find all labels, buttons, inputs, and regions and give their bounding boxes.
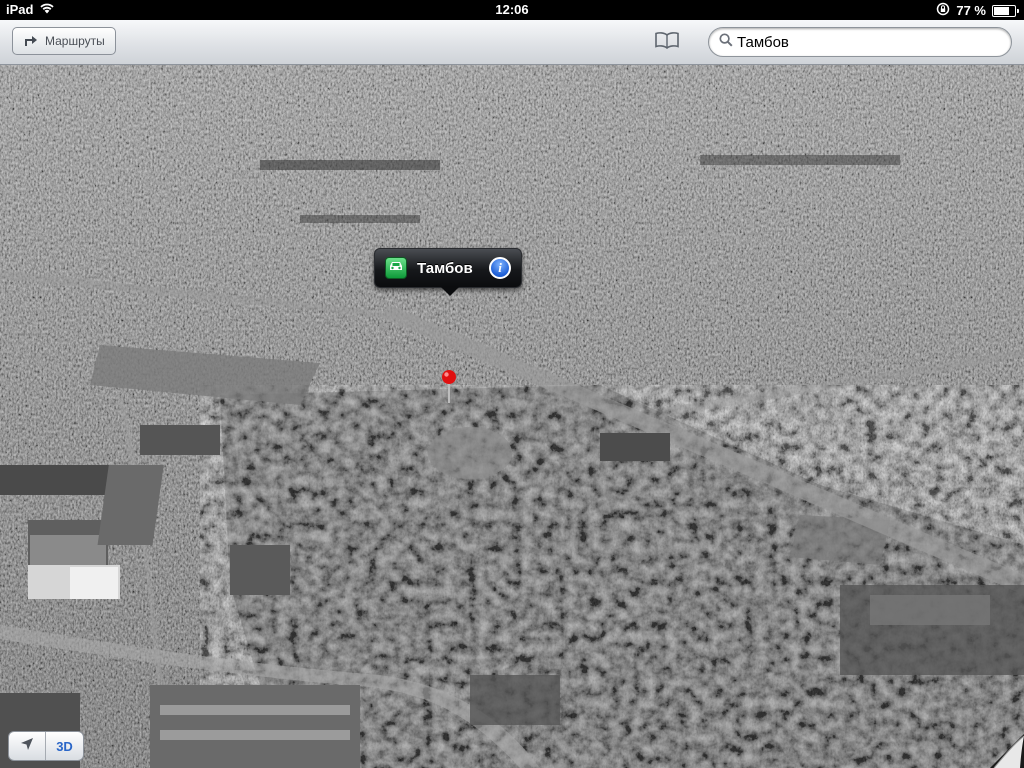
car-icon xyxy=(388,259,404,277)
map-controls: 3D xyxy=(8,731,84,761)
search-input[interactable] xyxy=(737,33,987,51)
battery-percent: 77 % xyxy=(956,3,986,18)
info-button[interactable]: i xyxy=(489,257,511,279)
search-field[interactable] xyxy=(708,27,1012,57)
satellite-imagery xyxy=(0,65,1024,768)
toolbar: Маршруты xyxy=(0,20,1024,65)
callout-title: Тамбов xyxy=(417,260,473,277)
page-curl-button[interactable] xyxy=(990,734,1024,768)
locate-button[interactable] xyxy=(9,732,46,760)
bookmarks-button[interactable] xyxy=(652,30,682,54)
status-bar: iPad 12:06 77 % xyxy=(0,0,1024,20)
turn-arrow-icon xyxy=(23,33,39,50)
3d-toggle-button[interactable]: 3D xyxy=(46,732,83,760)
book-icon xyxy=(654,31,680,54)
3d-label: 3D xyxy=(56,738,73,754)
car-directions-button[interactable] xyxy=(385,257,407,279)
map-view[interactable] xyxy=(0,65,1024,768)
routes-button[interactable]: Маршруты xyxy=(12,27,116,55)
search-icon xyxy=(719,32,733,52)
routes-label: Маршруты xyxy=(45,34,105,48)
location-pin-icon[interactable] xyxy=(441,369,457,405)
location-arrow-icon xyxy=(20,737,34,756)
location-callout[interactable]: Тамбов i xyxy=(374,248,522,296)
battery-icon xyxy=(992,4,1019,17)
clock: 12:06 xyxy=(495,2,529,17)
info-icon: i xyxy=(498,260,502,275)
rotation-lock-icon xyxy=(936,2,950,19)
